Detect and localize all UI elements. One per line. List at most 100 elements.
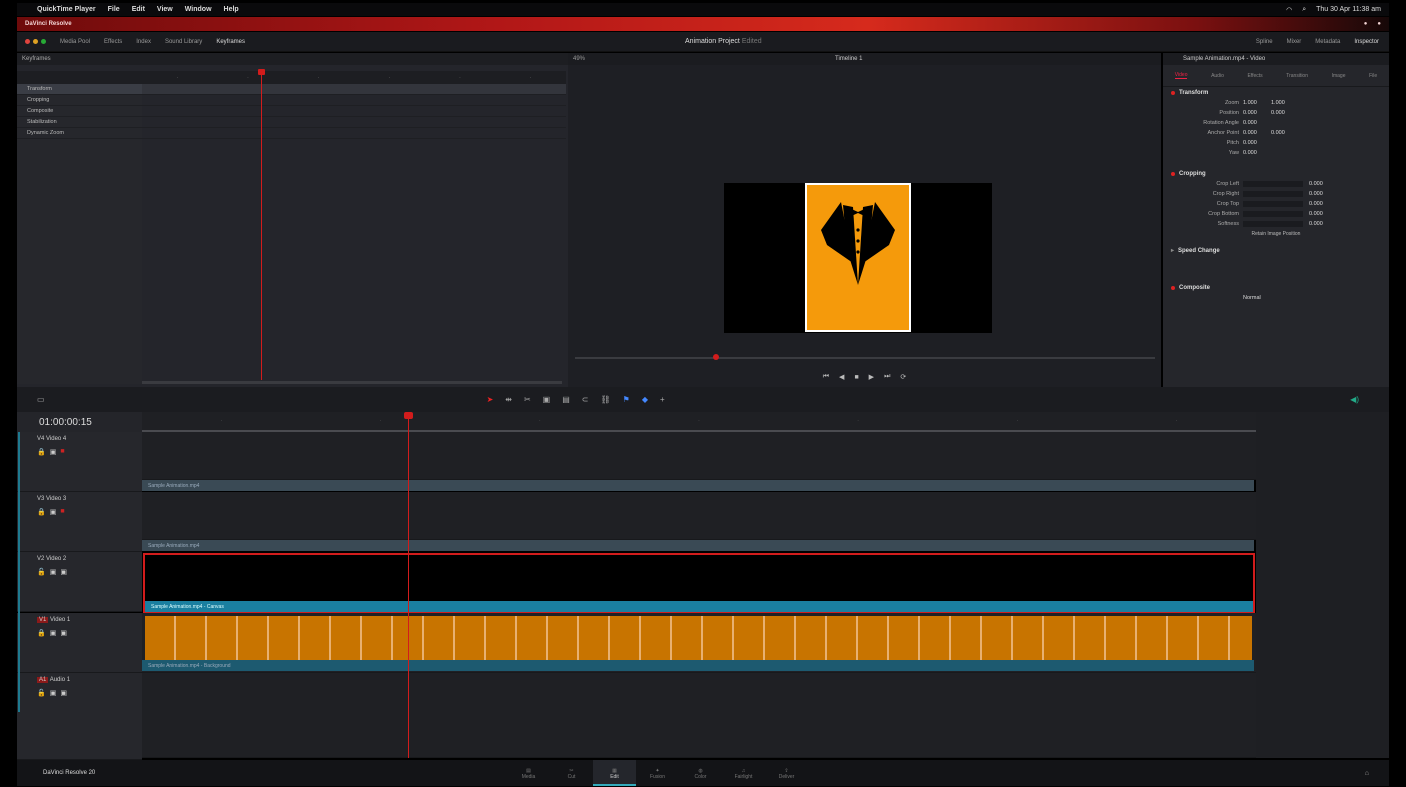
disable-track-icon[interactable]: ▣	[60, 568, 67, 576]
track-name[interactable]: Video 3	[46, 496, 66, 502]
property-value[interactable]: 0.000	[1309, 201, 1331, 207]
disable-track-icon[interactable]: ■	[60, 508, 64, 516]
property-x-value[interactable]: 0.000	[1243, 150, 1271, 156]
keyframe-track[interactable]: Transform	[17, 84, 142, 95]
marker-icon[interactable]: ◆	[642, 395, 648, 404]
page-media[interactable]: ▤ Media	[507, 760, 550, 786]
property-x-value[interactable]: 0.000	[1243, 140, 1271, 146]
stop-icon[interactable]: ■	[854, 374, 858, 381]
tab-file[interactable]: File	[1369, 73, 1377, 79]
tab-audio[interactable]: Audio	[1211, 73, 1224, 79]
solo-icon[interactable]: ▣	[50, 689, 57, 697]
menu-file[interactable]: File	[108, 6, 120, 13]
trim-tool-icon[interactable]: ⇹	[505, 395, 512, 404]
flag-icon[interactable]: ⚑	[623, 395, 630, 404]
keyframe-lane[interactable]	[142, 117, 566, 128]
page-fusion[interactable]: ✦ Fusion	[636, 760, 679, 786]
track-name[interactable]: Audio 1	[50, 677, 70, 683]
keyframe-lane[interactable]	[142, 106, 566, 117]
property-slider[interactable]	[1243, 201, 1303, 207]
retain-image-position-checkbox[interactable]: Retain Image Position	[1163, 229, 1389, 237]
monitor-icon[interactable]: ▣	[50, 448, 57, 456]
property-value[interactable]: 0.000	[1309, 221, 1331, 227]
keyframe-lane[interactable]	[142, 128, 566, 139]
metadata-button[interactable]: Metadata	[1315, 39, 1340, 45]
tab-transition[interactable]: Transition	[1286, 73, 1308, 79]
composite-section[interactable]: Composite	[1163, 282, 1389, 293]
page-color[interactable]: ◍ Color	[679, 760, 722, 786]
zoom-icon[interactable]	[41, 39, 46, 44]
track-name[interactable]: Video 4	[46, 436, 66, 442]
snap-icon[interactable]: ⊂	[582, 395, 589, 404]
lock-icon[interactable]: 🔒	[37, 448, 46, 456]
tab-video[interactable]: Video	[1174, 72, 1188, 79]
close-icon[interactable]	[25, 39, 30, 44]
keyframes-playhead[interactable]	[261, 70, 262, 380]
property-y-value[interactable]: 0.000	[1271, 110, 1299, 116]
skip-end-icon[interactable]: ⏭	[884, 373, 890, 381]
track-header-v3[interactable]: V3 Video 3 🔒 ▣ ■	[17, 492, 142, 552]
minimize-icon[interactable]	[33, 39, 38, 44]
overwrite-icon[interactable]: ▤	[562, 395, 570, 404]
disable-track-icon[interactable]: ■	[60, 448, 64, 456]
clip-v4[interactable]: Sample Animation.mp4	[142, 480, 1254, 491]
blade-tool-icon[interactable]: ✂	[524, 395, 531, 404]
step-back-icon[interactable]: ◀	[839, 373, 844, 381]
menu-edit[interactable]: Edit	[132, 6, 145, 13]
keyframe-track[interactable]: Composite	[17, 106, 142, 117]
cropping-section[interactable]: Cropping	[1163, 168, 1389, 179]
menu-view[interactable]: View	[157, 6, 173, 13]
wifi-icon[interactable]: ◠	[1286, 6, 1292, 14]
track-lane-a1[interactable]	[142, 673, 1256, 758]
property-y-value[interactable]: 1.000	[1271, 100, 1299, 106]
selection-tool-icon[interactable]: ➤	[487, 395, 494, 404]
clip-v1[interactable]: Sample Animation.mp4 - Background	[142, 660, 1254, 671]
monitor-icon[interactable]: ▣	[50, 508, 57, 516]
sound-library-button[interactable]: Sound Library	[165, 39, 202, 45]
resolve-app-menu[interactable]: DaVinci Resolve	[25, 21, 72, 27]
property-x-value[interactable]: 0.000	[1243, 110, 1271, 116]
volume-icon[interactable]: ◀)	[1350, 395, 1359, 404]
property-y-value[interactable]: 0.000	[1271, 130, 1299, 136]
layout-icon[interactable]: ▭	[37, 395, 45, 404]
property-value[interactable]: 0.000	[1309, 211, 1331, 217]
menu-help[interactable]: Help	[224, 6, 239, 13]
keyframes-playhead-handle[interactable]	[258, 69, 265, 75]
track-lane-v4[interactable]	[142, 432, 1256, 480]
timeline-playhead-handle[interactable]	[404, 412, 413, 419]
disable-track-icon[interactable]: ▣	[60, 629, 67, 637]
monitor-icon[interactable]: ▣	[50, 568, 57, 576]
keyframe-lane[interactable]	[142, 84, 566, 95]
keyframe-track[interactable]: Stabilization	[17, 117, 142, 128]
speed-change-section[interactable]: ▸ Speed Change	[1163, 245, 1389, 256]
track-header-v2[interactable]: V2 Video 2 🔓 ▣ ▣	[17, 552, 142, 612]
tab-effects[interactable]: Effects	[1247, 73, 1262, 79]
track-header-v1[interactable]: V1 Video 1 🔒 ▣ ▣	[17, 613, 142, 673]
menu-window[interactable]: Window	[185, 6, 212, 13]
page-fairlight[interactable]: ♫ Fairlight	[722, 760, 765, 786]
lock-icon[interactable]: 🔒	[37, 508, 46, 516]
property-slider[interactable]	[1243, 211, 1303, 217]
keyframe-lane[interactable]	[142, 95, 566, 106]
property-x-value[interactable]: 1.000	[1243, 100, 1271, 106]
mixer-button[interactable]: Mixer	[1287, 39, 1302, 45]
viewer-scrubber[interactable]	[575, 357, 1155, 359]
zoom-in-icon[interactable]: +	[660, 395, 665, 404]
lock-icon[interactable]: 🔓	[37, 689, 46, 697]
track-header-a1[interactable]: A1 Audio 1 🔓 ▣ ▣	[17, 673, 142, 760]
lock-icon[interactable]: 🔓	[37, 568, 46, 576]
page-deliver[interactable]: ⇪ Deliver	[765, 760, 808, 786]
property-slider[interactable]	[1243, 221, 1303, 227]
play-icon[interactable]: ▶	[869, 373, 874, 381]
page-cut[interactable]: ✂ Cut	[550, 760, 593, 786]
clip-v1-thumbnails[interactable]	[145, 616, 1252, 660]
timeline-playhead[interactable]	[408, 414, 409, 758]
section-enable-icon[interactable]	[1171, 171, 1175, 176]
track-lane-v3[interactable]	[142, 492, 1256, 540]
clock[interactable]: Thu 30 Apr 11:38 am	[1316, 6, 1381, 14]
keyframes-ruler[interactable]: · · · · · ·	[142, 71, 566, 84]
effects-button[interactable]: Effects	[104, 39, 122, 45]
composite-mode-select[interactable]: Normal	[1243, 295, 1271, 301]
mute-icon[interactable]: ▣	[60, 689, 67, 697]
transform-section[interactable]: Transform	[1163, 87, 1389, 98]
